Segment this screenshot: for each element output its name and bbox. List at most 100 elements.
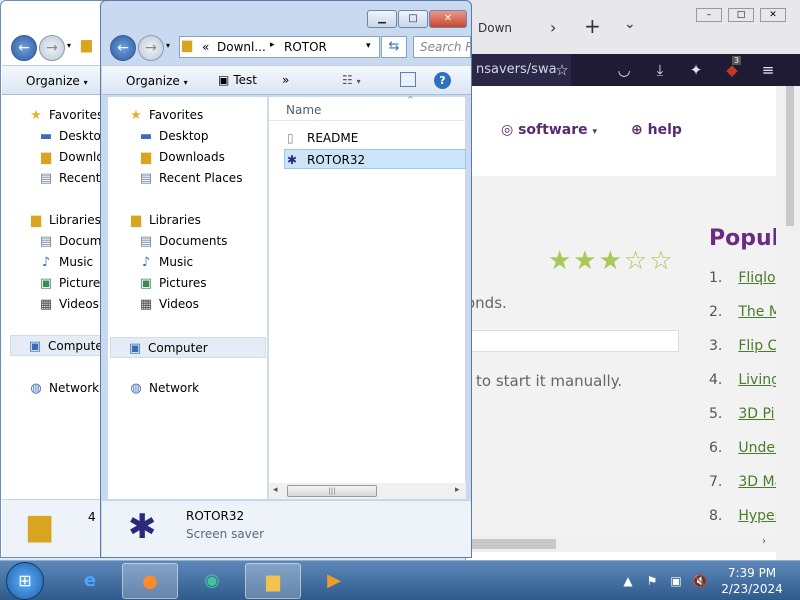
popular-item[interactable]: 2. The M — [709, 304, 776, 324]
popular-item-link[interactable]: Hyper — [738, 508, 776, 524]
test-button[interactable]: ▣ Test — [218, 73, 257, 87]
popular-item-link[interactable]: 3D Ma — [738, 474, 776, 490]
back-exp-history-chevron-icon[interactable]: ▾ — [67, 41, 71, 50]
back-nav-downloads[interactable]: ▆ Downlo — [38, 147, 104, 168]
new-tab-button[interactable]: + — [584, 14, 601, 38]
history-chevron-icon[interactable]: ▾ — [166, 41, 170, 50]
popular-item[interactable]: 6. Under — [709, 440, 776, 460]
back-nav-desktop[interactable]: ▬ Desktop — [38, 126, 109, 147]
hscroll-right-arrow-icon[interactable]: › — [762, 536, 766, 547]
more-commands-button[interactable]: » — [282, 73, 289, 87]
maximize-button[interactable]: □ — [398, 10, 428, 28]
tray-flag-icon[interactable]: ⚑ — [644, 573, 660, 589]
menu-icon[interactable]: ≡ — [758, 60, 778, 80]
file-row-rotor32[interactable]: ✱ ROTOR32 — [284, 149, 466, 169]
nav-downloads[interactable]: ▆ Downloads — [138, 147, 225, 168]
downloads-icon[interactable]: ⤓ — [650, 60, 670, 80]
view-options-button[interactable]: ☷ ▾ — [342, 73, 361, 87]
nav-libraries[interactable]: ▆ Libraries — [128, 210, 201, 231]
browser-horizontal-scrollbar[interactable]: › — [466, 536, 776, 552]
taskbar-edge-icon[interactable]: ◉ — [184, 563, 240, 599]
back-nav-computer[interactable]: ▣ Compute — [10, 335, 110, 356]
back-nav-favorites[interactable]: ★ Favorites — [28, 105, 103, 126]
breadcrumb-downloads[interactable]: Downl... — [217, 40, 266, 54]
browser-maximize-button[interactable]: □ — [728, 8, 754, 22]
popular-item-link[interactable]: Flip C — [738, 338, 776, 354]
scroll-left-arrow-icon[interactable]: ◂ — [273, 485, 278, 495]
search-input[interactable]: Search R — [413, 36, 471, 58]
page-input-box[interactable] — [466, 330, 679, 352]
breadcrumb-separator[interactable]: ▸ — [270, 40, 275, 50]
nav-documents[interactable]: ▤ Documents — [138, 231, 228, 252]
back-nav-network[interactable]: ◍ Network — [28, 378, 99, 399]
taskbar-media-player-icon[interactable]: ▶ — [306, 563, 362, 599]
taskbar-explorer-icon[interactable]: ▆ — [245, 563, 301, 599]
nav-pictures[interactable]: ▣ Pictures — [138, 273, 207, 294]
nav-computer[interactable]: ▣ Computer — [110, 337, 266, 358]
help-button[interactable]: ? — [434, 72, 451, 89]
browser-vertical-scrollbar[interactable] — [776, 86, 800, 560]
address-dropdown-icon[interactable]: ▾ — [366, 41, 371, 51]
nav-help-link[interactable]: ⊕ help — [631, 122, 682, 138]
rating-stars[interactable]: ★★★☆☆ — [548, 246, 675, 276]
hscroll-thumb[interactable] — [466, 539, 556, 549]
tray-volume-muted-icon[interactable]: 🔇 — [692, 573, 708, 589]
popular-item[interactable]: 5. 3D Pi — [709, 406, 776, 426]
address-bar[interactable]: ▆ « Downl... ▸ ROTOR ▾ — [179, 36, 380, 58]
nav-favorites[interactable]: ★ Favorites — [128, 105, 203, 126]
system-clock[interactable]: 7:39 PM 2/23/2024 — [712, 565, 792, 597]
tray-network-icon[interactable]: ▣ — [668, 573, 684, 589]
scroll-thumb[interactable]: ||| — [287, 485, 377, 497]
popular-item[interactable]: 3. Flip C — [709, 338, 776, 358]
popular-item-link[interactable]: Fliqlo — [738, 270, 775, 286]
close-button[interactable]: ✕ — [429, 10, 467, 28]
popular-item[interactable]: 8. Hyper — [709, 508, 776, 528]
popular-item-link[interactable]: The M — [738, 304, 776, 320]
nav-software-link[interactable]: ◎ software ▾ — [501, 122, 597, 138]
nav-network[interactable]: ◍ Network — [128, 378, 199, 399]
organize-button[interactable]: Organize ▾ — [126, 74, 188, 88]
tray-show-hidden-icon[interactable]: ▲ — [620, 573, 636, 589]
extensions-icon[interactable]: ✦ — [686, 60, 706, 80]
browser-close-button[interactable]: ✕ — [760, 8, 786, 22]
back-nav-videos[interactable]: ▦ Videos — [38, 294, 99, 315]
minimize-button[interactable]: ▁ — [367, 10, 397, 28]
back-exp-back-button[interactable]: ← — [11, 35, 37, 61]
back-nav-documents[interactable]: ▤ Docume — [38, 231, 109, 252]
refresh-button[interactable]: ⇆ — [381, 36, 407, 58]
popular-item-link[interactable]: Under — [738, 440, 776, 456]
scroll-right-arrow-icon[interactable]: ▸ — [455, 485, 460, 495]
tab-list-chevron-icon[interactable]: ⌄ — [624, 16, 636, 32]
back-nav-libraries[interactable]: ▆ Libraries — [28, 210, 101, 231]
preview-pane-button[interactable] — [400, 72, 416, 87]
nav-desktop[interactable]: ▬ Desktop — [138, 126, 209, 147]
popular-item[interactable]: 1. Fliqlo — [709, 270, 776, 290]
popular-item[interactable]: 7. 3D Ma — [709, 474, 776, 494]
nav-videos[interactable]: ▦ Videos — [138, 294, 199, 315]
pocket-icon[interactable]: ◡ — [614, 60, 634, 80]
popular-item[interactable]: 4. Living — [709, 372, 776, 392]
back-exp-organize-button[interactable]: Organize ▾ — [26, 74, 88, 88]
horizontal-scrollbar[interactable]: ◂ ||| ▸ — [269, 483, 466, 499]
column-header-name[interactable]: Name ^ — [269, 95, 466, 121]
back-nav-pictures[interactable]: ▣ Pictures — [38, 273, 107, 294]
start-button[interactable]: ⊞ — [6, 562, 44, 600]
back-nav-music[interactable]: ♪ Music — [38, 252, 93, 273]
bookmark-star-icon[interactable]: ☆ — [552, 60, 572, 80]
browser-tab[interactable]: Down — [466, 8, 546, 48]
nav-recent-places[interactable]: ▤ Recent Places — [138, 168, 243, 189]
popular-item-link[interactable]: 3D Pi — [738, 406, 774, 422]
tab-scroll-right-icon[interactable]: › — [550, 18, 556, 37]
back-exp-forward-button[interactable]: → — [39, 35, 65, 61]
taskbar-firefox-icon[interactable]: ● — [122, 563, 178, 599]
popular-item-link[interactable]: Living — [738, 372, 776, 388]
browser-minimize-button[interactable]: – — [696, 8, 722, 22]
back-button[interactable]: ← — [110, 35, 136, 61]
taskbar-ie-icon[interactable]: e — [62, 563, 118, 599]
file-row-readme[interactable]: ▯ README — [284, 128, 384, 148]
address-overflow[interactable]: « — [202, 40, 209, 54]
vscroll-thumb[interactable] — [786, 86, 794, 226]
breadcrumb-rotor[interactable]: ROTOR — [284, 40, 327, 54]
nav-music[interactable]: ♪ Music — [138, 252, 193, 273]
forward-button[interactable]: → — [138, 35, 164, 61]
